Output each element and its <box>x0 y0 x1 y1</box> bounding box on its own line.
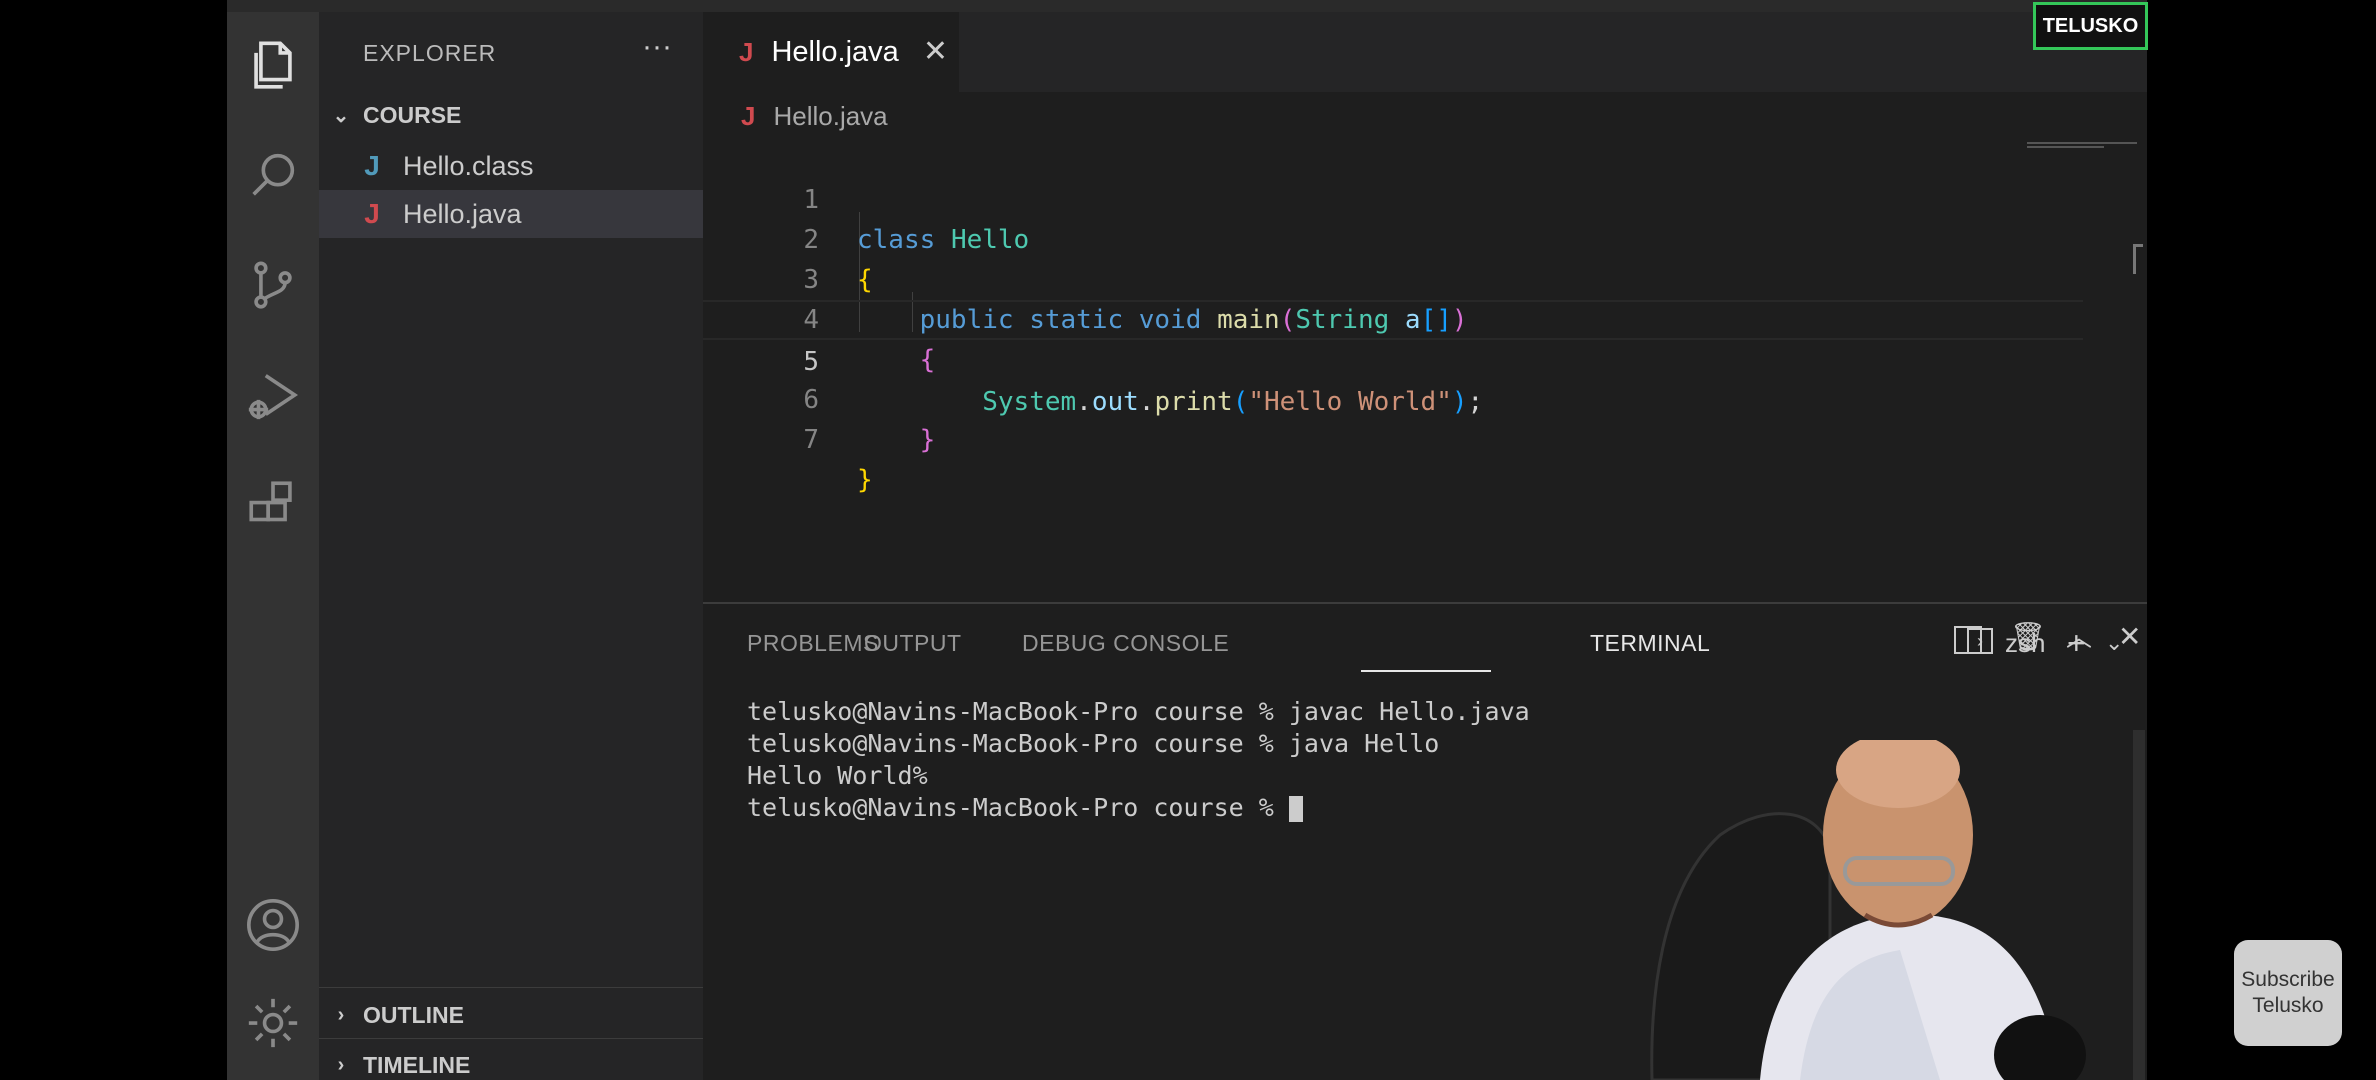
java-file-icon: J <box>364 198 380 229</box>
tab-label: Hello.java <box>771 35 899 68</box>
terminal-prompt-line: telusko@Navins-MacBook-Pro course % <box>747 792 1530 824</box>
scrollbar[interactable] <box>2133 244 2143 274</box>
code-line: 1 class Hello <box>703 140 2083 255</box>
timeline-label: TIMELINE <box>363 1051 471 1078</box>
tab-problems[interactable]: PROBLEMS <box>747 630 879 657</box>
extensions-icon[interactable] <box>227 460 319 550</box>
trash-icon[interactable]: 🗑 <box>2010 622 2046 652</box>
more-actions-icon[interactable]: ··· <box>637 32 677 68</box>
split-terminal-icon[interactable] <box>1954 626 1982 654</box>
source-control-icon[interactable] <box>227 240 319 330</box>
folder-course-header[interactable]: ⌄ COURSE <box>319 92 703 138</box>
tab-terminal[interactable]: TERMINAL <box>1590 630 1710 657</box>
tab-hello-java[interactable]: J Hello.java ✕ <box>703 12 959 92</box>
code-line-current: 5 System.out.print("Hello World"); <box>703 300 2083 417</box>
run-debug-icon[interactable] <box>227 350 319 440</box>
settings-gear-icon[interactable] <box>227 978 319 1068</box>
terminal-cursor <box>1288 796 1303 822</box>
java-file-icon: J <box>739 36 754 67</box>
code-text: } <box>919 425 936 455</box>
telusko-brand-badge: TELUSKO <box>2033 2 2148 50</box>
code-editor[interactable]: 1 class Hello 2 { 3 public static void m… <box>703 140 2147 602</box>
chevron-right-icon: › <box>337 1003 345 1026</box>
code-line: 7 } <box>703 380 2083 495</box>
subscribe-button[interactable]: Subscribe Telusko <box>2234 940 2342 1046</box>
activity-bar <box>227 12 319 1080</box>
tab-debug-console[interactable]: DEBUG CONSOLE <box>1022 630 1229 657</box>
divider <box>319 1038 703 1039</box>
minimap[interactable] <box>2027 142 2137 152</box>
file-item-hello-class[interactable]: J Hello.class <box>319 142 703 190</box>
outline-label: OUTLINE <box>363 1001 464 1028</box>
explorer-title: EXPLORER <box>363 40 497 66</box>
search-icon[interactable] <box>227 130 319 220</box>
terminal-line: telusko@Navins-MacBook-Pro course % java… <box>747 729 1440 758</box>
code-line: 4 { <box>703 260 2083 375</box>
tab-output[interactable]: OUTPUT <box>864 630 962 657</box>
file-name: Hello.java <box>403 198 522 229</box>
chevron-right-icon: › <box>337 1053 345 1076</box>
close-icon[interactable]: ✕ <box>923 37 948 67</box>
presenter-video-image <box>1650 740 2086 1080</box>
terminal-line: telusko@Navins-MacBook-Pro course % java… <box>747 697 1530 726</box>
active-tab-indicator <box>1361 670 1491 672</box>
java-file-icon: J <box>741 100 756 131</box>
folder-name: COURSE <box>363 101 462 128</box>
divider <box>319 987 703 988</box>
terminal-line: Hello World% <box>747 761 928 790</box>
breadcrumb-file: Hello.java <box>773 100 888 131</box>
code-line: 3 public static void main(String a[]) <box>703 220 2083 335</box>
outline-section-header[interactable]: › OUTLINE <box>319 992 703 1038</box>
terminal-output[interactable]: telusko@Navins-MacBook-Pro course % java… <box>747 696 1530 824</box>
title-bar <box>227 0 2147 12</box>
files-icon[interactable] <box>227 20 319 110</box>
close-panel-icon[interactable]: ✕ <box>2118 622 2141 652</box>
terminal-prompt: telusko@Navins-MacBook-Pro course % <box>747 793 1289 822</box>
code-line: 2 { <box>703 180 2083 295</box>
line-number: 7 <box>803 425 819 455</box>
chevron-down-icon: ⌄ <box>332 104 350 127</box>
file-item-hello-java[interactable]: J Hello.java <box>319 190 703 238</box>
account-icon[interactable] <box>227 880 319 970</box>
explorer-sidebar: EXPLORER ··· ⌄ COURSE J Hello.class J He… <box>319 12 703 1080</box>
code-text: } <box>857 465 873 495</box>
editor-tab-bar: J Hello.java ✕ <box>703 12 2147 92</box>
java-file-icon: J <box>364 150 380 181</box>
code-line: 6 } <box>703 340 2083 455</box>
file-name: Hello.class <box>403 150 534 181</box>
maximize-panel-icon[interactable]: ︿ <box>2066 622 2092 652</box>
timeline-section-header[interactable]: › TIMELINE <box>319 1042 703 1080</box>
breadcrumb[interactable]: J Hello.java <box>703 92 888 140</box>
